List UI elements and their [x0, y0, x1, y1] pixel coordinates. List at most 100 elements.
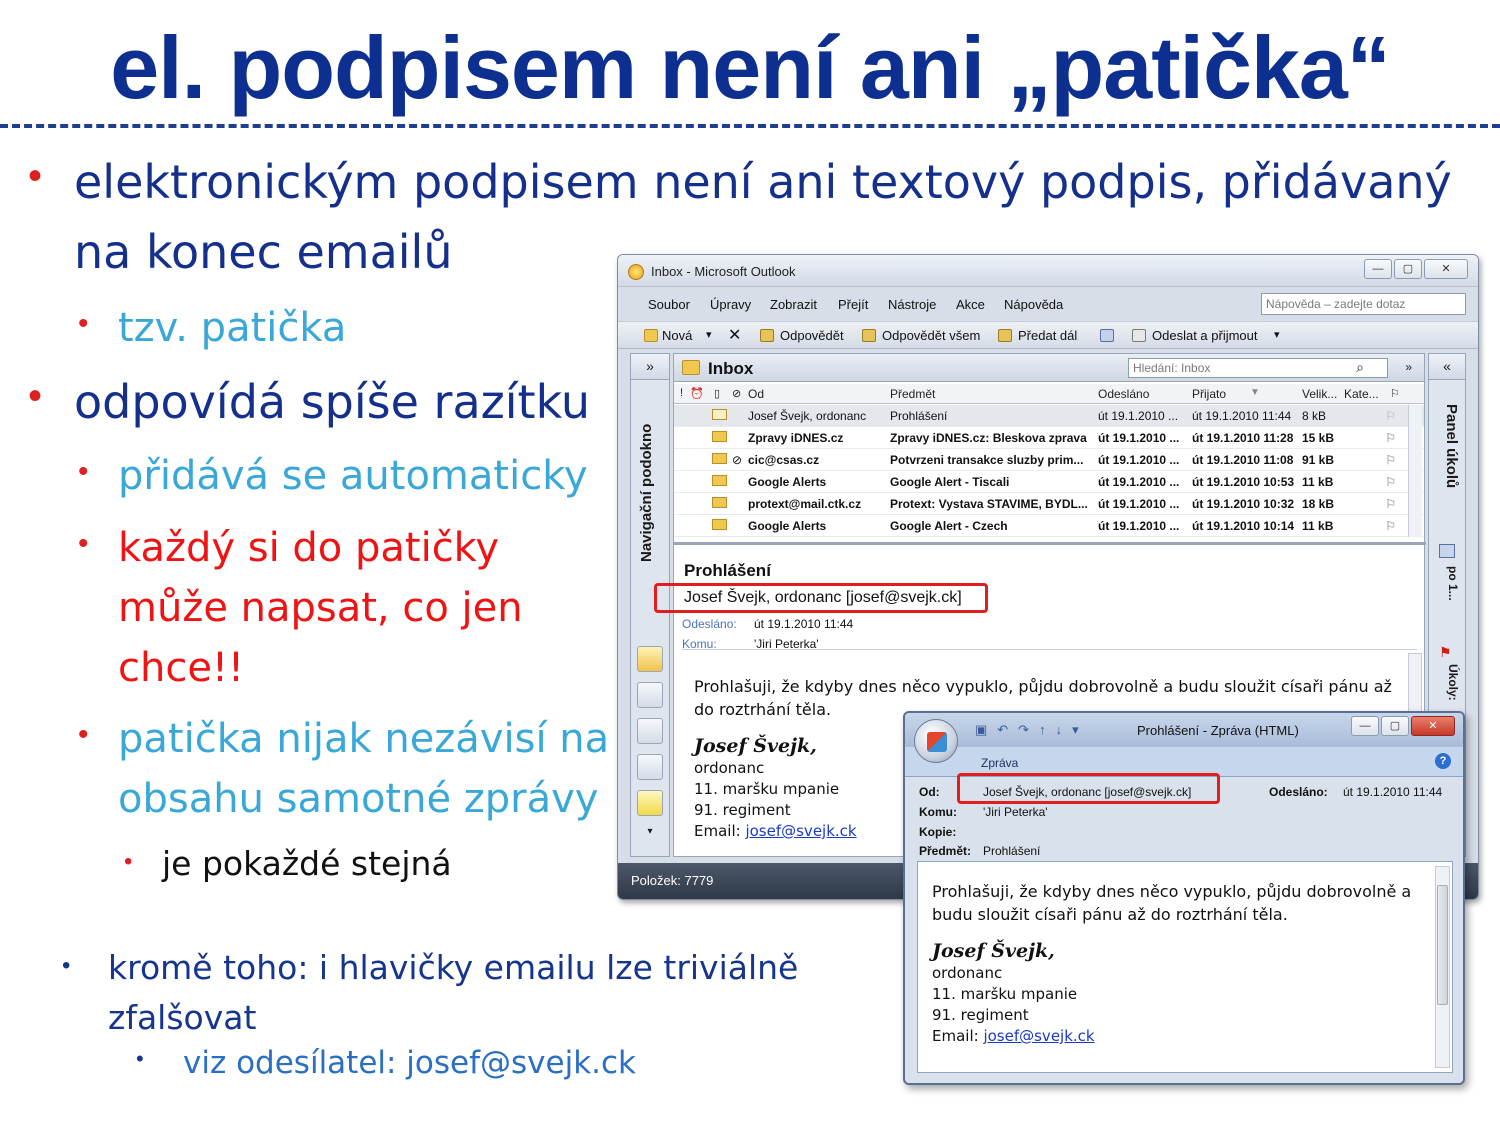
- envelope-icon: [712, 497, 727, 508]
- send-receive-button[interactable]: Odeslat a přijmout: [1152, 328, 1258, 343]
- forward-icon: [998, 329, 1012, 342]
- minimize-button[interactable]: —: [1351, 716, 1379, 736]
- maximize-button[interactable]: ▢: [1394, 259, 1422, 279]
- delete-icon[interactable]: ✕: [728, 325, 741, 345]
- message-row[interactable]: ⊘ cic@csas.cz Potvrzeni transakce sluzby…: [674, 449, 1424, 471]
- flag-icon: ⚑: [1439, 644, 1452, 660]
- bullet-2-2-line-1: každý si do patičky: [118, 525, 500, 571]
- forward-button[interactable]: Předat dál: [1018, 328, 1077, 343]
- message-email-link[interactable]: josef@svejk.ck: [983, 1027, 1094, 1045]
- menu-prejit[interactable]: Přejít: [838, 297, 868, 312]
- configure-buttons-icon[interactable]: ▾: [637, 826, 663, 846]
- column-size[interactable]: Velik...: [1302, 387, 1337, 401]
- message-sent-label: Odesláno:: [1269, 785, 1328, 799]
- column-from[interactable]: Od: [748, 387, 764, 401]
- flag-column-icon[interactable]: ⚐: [1390, 387, 1400, 400]
- task-pane-calendar-label: po 1...: [1446, 566, 1460, 601]
- menu-nastroje[interactable]: Nástroje: [888, 297, 936, 312]
- reminder-column-icon[interactable]: ⏰: [690, 387, 704, 400]
- bullet-marker: •: [78, 455, 89, 488]
- flag-icon[interactable]: ⚐: [1385, 431, 1396, 445]
- ribbon-tab-message[interactable]: Zpráva: [981, 756, 1018, 770]
- office-button[interactable]: [914, 719, 958, 763]
- envelope-icon: [712, 453, 727, 464]
- message-body-line-1: Prohlašuji, že kdyby dnes něco vypuklo, …: [932, 882, 1412, 901]
- row-sent: út 19.1.2010 ...: [1098, 431, 1180, 445]
- bullet-2-3-line-2: obsahu samotné zprávy: [118, 776, 599, 822]
- inbox-search-input[interactable]: Hledání: Inbox: [1128, 358, 1388, 378]
- read-envelope-icon: [712, 409, 727, 420]
- message-row[interactable]: protext@mail.ctk.cz Protext: Vystava STA…: [674, 493, 1424, 515]
- attachment-column-icon[interactable]: ⊘: [732, 387, 741, 400]
- menu-zobrazit[interactable]: Zobrazit: [770, 297, 817, 312]
- help-search-input[interactable]: Nápověda – zadejte dotaz: [1261, 293, 1466, 315]
- reply-all-button[interactable]: Odpovědět všem: [882, 328, 980, 343]
- flag-icon[interactable]: ⚐: [1385, 519, 1396, 533]
- icon-column-icon[interactable]: ▯: [714, 387, 720, 400]
- preview-body-line-1: Prohlašuji, že kdyby dnes něco vypuklo, …: [694, 677, 1392, 696]
- menu-soubor[interactable]: Soubor: [648, 297, 690, 312]
- message-row[interactable]: Google Alerts Google Alert - Tiscali út …: [674, 471, 1424, 493]
- flag-icon[interactable]: ⚐: [1385, 497, 1396, 511]
- message-body-area: Prohlašuji, že kdyby dnes něco vypuklo, …: [917, 861, 1453, 1073]
- maximize-button[interactable]: ▢: [1381, 716, 1409, 736]
- importance-column-icon[interactable]: !: [680, 387, 683, 399]
- message-to-value: 'Jiri Peterka': [983, 805, 1048, 819]
- bullet-2-1: přidává se automaticky: [118, 453, 588, 499]
- help-icon[interactable]: ?: [1435, 753, 1451, 769]
- send-receive-dropdown-icon[interactable]: ▾: [1274, 328, 1280, 341]
- flag-icon[interactable]: ⚐: [1385, 453, 1396, 467]
- column-category[interactable]: Kate...: [1344, 387, 1379, 401]
- flag-icon[interactable]: ⚐: [1385, 409, 1396, 423]
- bullet-marker: •: [28, 374, 43, 418]
- bullet-marker: •: [78, 718, 89, 751]
- row-subject: Google Alert - Tiscali: [890, 475, 1010, 489]
- message-from-label: Od:: [919, 785, 940, 799]
- preview-email-link[interactable]: josef@svejk.ck: [745, 822, 856, 840]
- column-sent[interactable]: Odesláno: [1098, 387, 1149, 401]
- message-signature-line-2: 11. maršku mpanie: [932, 985, 1078, 1003]
- calendar-icon[interactable]: [637, 682, 663, 708]
- search-icon[interactable]: ⌕: [1356, 359, 1364, 376]
- mail-list-scrollbar[interactable]: [1408, 405, 1422, 537]
- tasks-icon[interactable]: [637, 754, 663, 780]
- message-row[interactable]: Zpravy iDNES.cz Zpravy iDNES.cz: Bleskov…: [674, 427, 1424, 449]
- scrollbar-thumb[interactable]: [1437, 885, 1448, 1005]
- quick-access-toolbar[interactable]: ▣↶↷↑↓▾: [975, 722, 1089, 738]
- attachment-icon: ⊘: [732, 453, 743, 467]
- minimize-button[interactable]: —: [1364, 259, 1392, 279]
- menu-napoveda[interactable]: Nápověda: [1004, 297, 1063, 312]
- address-book-icon[interactable]: [1100, 329, 1114, 342]
- expand-task-pane-icon[interactable]: «: [1429, 354, 1465, 380]
- mail-icon[interactable]: [637, 646, 663, 672]
- message-signature-line-3: 91. regiment: [932, 1006, 1029, 1024]
- message-row[interactable]: Google Alerts Google Alert - Czech út 19…: [674, 515, 1424, 537]
- row-size: 11 kB: [1302, 519, 1334, 533]
- message-body-line-2: budu sloužit císaři pánu až do roztrhání…: [932, 905, 1288, 924]
- close-button[interactable]: ✕: [1411, 716, 1455, 736]
- task-pane-label: Panel úkolů: [1443, 404, 1460, 489]
- reply-button[interactable]: Odpovědět: [780, 328, 844, 343]
- column-received[interactable]: Přijato: [1192, 387, 1226, 401]
- column-subject[interactable]: Předmět: [890, 387, 935, 401]
- expand-nav-pane-icon[interactable]: »: [631, 354, 669, 380]
- menu-upravy[interactable]: Úpravy: [710, 297, 751, 312]
- message-signature-name: Josef Švejk,: [932, 940, 1055, 962]
- message-row[interactable]: Josef Švejk, ordonanc Prohlášení út 19.1…: [674, 405, 1424, 427]
- row-subject: Google Alert - Czech: [890, 519, 1008, 533]
- notes-icon[interactable]: [637, 790, 663, 816]
- close-button[interactable]: ✕: [1424, 259, 1468, 279]
- bullet-2: odpovídá spíše razítku: [74, 375, 590, 429]
- row-from: protext@mail.ctk.cz: [748, 497, 862, 511]
- contacts-icon[interactable]: [637, 718, 663, 744]
- expand-search-icon[interactable]: »: [1405, 360, 1412, 374]
- message-scrollbar[interactable]: [1435, 866, 1450, 1068]
- new-button[interactable]: Nová: [662, 328, 692, 343]
- flag-icon[interactable]: ⚐: [1385, 475, 1396, 489]
- send-receive-icon: [1132, 329, 1146, 342]
- folder-name: Inbox: [708, 359, 754, 378]
- row-size: 18 kB: [1302, 497, 1335, 511]
- new-dropdown-icon[interactable]: ▾: [706, 328, 712, 341]
- menu-akce[interactable]: Akce: [956, 297, 985, 312]
- row-subject: Prohlášení: [890, 409, 948, 423]
